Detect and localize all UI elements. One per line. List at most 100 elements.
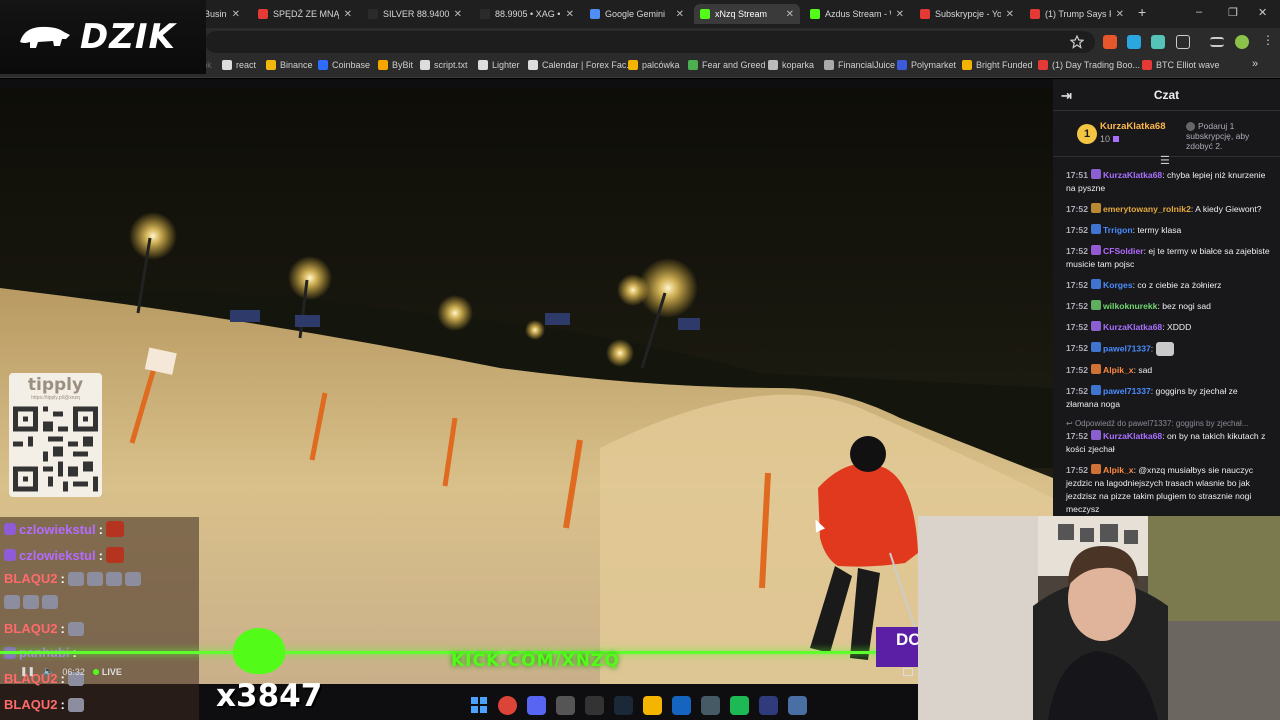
browser-tab[interactable]: Google Gemini ✕ xyxy=(584,4,690,24)
message-username[interactable]: KurzaKlatka68 xyxy=(1103,431,1162,441)
more-bookmarks-button[interactable]: » xyxy=(1252,58,1258,70)
bookmark-item[interactable]: FinancialJuice xyxy=(824,60,895,70)
reading-list-icon[interactable] xyxy=(1210,37,1224,47)
bookmark-item[interactable]: palcówka xyxy=(628,60,680,70)
live-label: LIVE xyxy=(101,666,122,677)
minimize-button[interactable]: – xyxy=(1196,6,1202,18)
message-username[interactable]: Korges xyxy=(1103,280,1133,290)
message-username[interactable]: wilkoknurekk xyxy=(1103,301,1157,311)
bookmark-item[interactable]: BTC Elliot wave xyxy=(1142,60,1220,70)
bookmark-item[interactable]: koparka xyxy=(768,60,814,70)
browser-tab[interactable]: 88.9905 • XAG • U ✕ xyxy=(474,4,580,24)
donation-counter: x3847 xyxy=(216,678,323,714)
kick-chat-username: czlowiekstul xyxy=(19,521,96,537)
message-text: : xyxy=(1150,343,1154,354)
discord-taskbar-icon[interactable] xyxy=(527,695,546,715)
bookmark-item[interactable]: script.txt xyxy=(420,60,468,70)
message-time: 17:52 xyxy=(1066,301,1088,311)
gift-sub-prompt[interactable]: Podaruj 1 subskrypcję, aby zdobyć 2. xyxy=(1186,121,1274,151)
spotify-taskbar-icon[interactable] xyxy=(730,695,749,715)
user-badge-icon xyxy=(1090,464,1101,474)
bookmark-item[interactable]: Fear and Greed xyxy=(688,60,766,70)
message-username[interactable]: pawel71337 xyxy=(1103,343,1151,353)
volume-icon[interactable]: 🔈 xyxy=(43,666,54,677)
bookmark-item[interactable]: react xyxy=(222,60,256,70)
message-time: 17:52 xyxy=(1066,204,1088,214)
ccleaner-taskbar-icon[interactable] xyxy=(672,695,691,715)
obs-taskbar-icon[interactable] xyxy=(585,695,604,715)
close-tab-icon[interactable]: ✕ xyxy=(454,9,462,20)
message-username[interactable]: Alpik_x xyxy=(1103,365,1134,375)
message-username[interactable]: pawel71337 xyxy=(1103,386,1151,396)
message-username[interactable]: KurzaKlatka68 xyxy=(1103,322,1162,332)
message-time: 17:52 xyxy=(1066,365,1088,375)
extensions-puzzle-icon[interactable] xyxy=(1176,35,1190,49)
close-tab-icon[interactable]: ✕ xyxy=(786,9,794,20)
message-username[interactable]: emerytowany_rolnik2 xyxy=(1103,204,1191,214)
browser-tab[interactable]: SILVER 88.9400 ▲ ✕ xyxy=(362,4,468,24)
bookmark-item[interactable]: Polymarket xyxy=(897,60,956,70)
message-username[interactable]: Alpik_x xyxy=(1103,465,1134,475)
snipping-taskbar-icon[interactable] xyxy=(556,695,575,715)
message-text: : termy klasa xyxy=(1132,225,1182,235)
user-badge-icon xyxy=(1090,342,1101,353)
bookmark-item[interactable]: ByBit xyxy=(378,60,413,70)
tab-favicon-icon xyxy=(590,9,600,19)
pause-icon[interactable]: ❚❚ xyxy=(20,666,35,677)
picture-in-picture-icon[interactable] xyxy=(903,668,913,676)
collapse-chat-icon[interactable]: ⇥ xyxy=(1061,88,1072,104)
chat-message: 17:52 pawel71337: xyxy=(1053,342,1280,356)
bookmark-item[interactable]: Lighter xyxy=(478,60,520,70)
message-username[interactable]: KurzaKlatka68 xyxy=(1103,170,1162,180)
app-taskbar-icon[interactable] xyxy=(759,695,778,715)
tool-taskbar-icon[interactable] xyxy=(701,695,720,715)
bookmark-item[interactable]: Binance xyxy=(266,60,313,70)
maximize-button[interactable]: ❐ xyxy=(1228,6,1238,19)
kick-chat-username: czlowiekstul xyxy=(19,547,96,563)
bookmark-item[interactable]: (1) Day Trading Boo... xyxy=(1038,60,1140,70)
kick-chat-separator: : xyxy=(98,547,103,563)
address-bar[interactable] xyxy=(205,31,1095,53)
tab-favicon-icon xyxy=(368,9,378,19)
chrome-taskbar-icon[interactable] xyxy=(498,695,517,715)
chat-message: 17:52 KurzaKlatka68: on by na takich kiku… xyxy=(1053,430,1280,456)
close-tab-icon[interactable]: ✕ xyxy=(896,9,904,20)
close-tab-icon[interactable]: ✕ xyxy=(566,9,574,20)
browser-tab[interactable]: (1) Trump Says Fe ✕ xyxy=(1024,4,1130,24)
browser-tab[interactable]: Subskrypcje - You ✕ xyxy=(914,4,1020,24)
steam-taskbar-icon[interactable] xyxy=(614,695,633,715)
close-tab-icon[interactable]: ✕ xyxy=(344,9,352,20)
bookmark-favicon-icon xyxy=(420,60,430,70)
bookmark-item[interactable]: Bright Funded xyxy=(962,60,1033,70)
kick-chat-separator: : xyxy=(60,697,65,712)
new-tab-button[interactable]: + xyxy=(1138,4,1146,20)
message-username[interactable]: CFSoldier xyxy=(1103,246,1144,256)
leaderboard-name[interactable]: KurzaKlatka68 xyxy=(1100,121,1165,132)
close-window-button[interactable]: ✕ xyxy=(1258,6,1267,19)
windows-start-taskbar-icon[interactable] xyxy=(469,696,488,715)
chat-message: 17:52 wilkoknurekk: bez nogi sad xyxy=(1053,300,1280,313)
close-tab-icon[interactable]: ✕ xyxy=(676,9,684,20)
notes-taskbar-icon[interactable] xyxy=(788,695,807,715)
explorer-taskbar-icon[interactable] xyxy=(643,695,662,715)
tab-favicon-icon xyxy=(480,9,490,19)
profile-avatar[interactable] xyxy=(1235,35,1249,49)
bookmark-item[interactable]: Calendar | Forex Fac... xyxy=(528,60,634,70)
message-time: 17:52 xyxy=(1066,322,1088,332)
close-tab-icon[interactable]: ✕ xyxy=(232,9,240,20)
menu-icon[interactable]: ⋮ xyxy=(1262,33,1276,47)
extension-icon[interactable] xyxy=(1127,35,1141,49)
bookmark-star-icon[interactable] xyxy=(1069,34,1085,49)
extension-icon[interactable] xyxy=(1151,35,1165,49)
chat-filter-icon[interactable]: ☰ xyxy=(1160,154,1170,167)
qr-code-icon xyxy=(13,406,98,492)
extension-icon[interactable] xyxy=(1103,35,1117,49)
browser-tab[interactable]: SPĘDŹ ZE MNĄ S ✕ xyxy=(252,4,358,24)
close-tab-icon[interactable]: ✕ xyxy=(1116,9,1124,20)
message-username[interactable]: Trrigon xyxy=(1103,225,1133,235)
close-tab-icon[interactable]: ✕ xyxy=(1006,9,1014,20)
chat-title: Czat xyxy=(1153,87,1180,102)
browser-tab[interactable]: xNzq Stream ✕ xyxy=(694,4,800,24)
bookmark-item[interactable]: Coinbase xyxy=(318,60,370,70)
browser-tab[interactable]: Azdus Stream - W ✕ xyxy=(804,4,910,24)
